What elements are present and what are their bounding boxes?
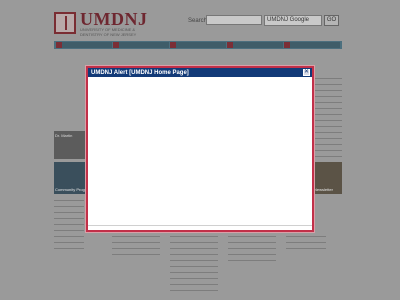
modal-body <box>88 77 312 230</box>
newsletter-caption: Newsletter <box>314 187 333 192</box>
close-icon[interactable]: ✕ <box>303 69 310 76</box>
left-column-text <box>54 200 84 250</box>
search-label: Search <box>188 18 208 24</box>
links-column-1 <box>112 236 160 256</box>
search-go-button[interactable]: GO <box>324 15 339 26</box>
nav-item-5[interactable] <box>284 42 340 48</box>
nav-item-2[interactable] <box>113 42 169 48</box>
right-column-text <box>314 78 342 158</box>
main-navigation <box>54 41 342 49</box>
modal-title: UMDNJ Alert [UMDNJ Home Page] <box>91 69 189 76</box>
modal-divider <box>88 225 312 226</box>
nav-item-1[interactable] <box>56 42 112 48</box>
umdnj-shield-logo[interactable] <box>54 12 76 34</box>
nav-item-4[interactable] <box>227 42 283 48</box>
search-scope-select[interactable]: UMDNJ Google <box>264 15 322 26</box>
site-logo-subtitle: UNIVERSITY OF MEDICINE & DENTISTRY OF NE… <box>80 27 137 37</box>
links-column-4 <box>286 236 326 250</box>
links-column-3 <box>228 236 276 264</box>
nav-item-3[interactable] <box>170 42 226 48</box>
feature-photo-caption: Dr. Martin <box>55 133 73 138</box>
links-column-2 <box>170 236 218 296</box>
modal-titlebar[interactable]: UMDNJ Alert [UMDNJ Home Page] ✕ <box>88 68 312 77</box>
search-input[interactable] <box>206 15 262 25</box>
alert-modal: UMDNJ Alert [UMDNJ Home Page] ✕ <box>86 66 314 232</box>
